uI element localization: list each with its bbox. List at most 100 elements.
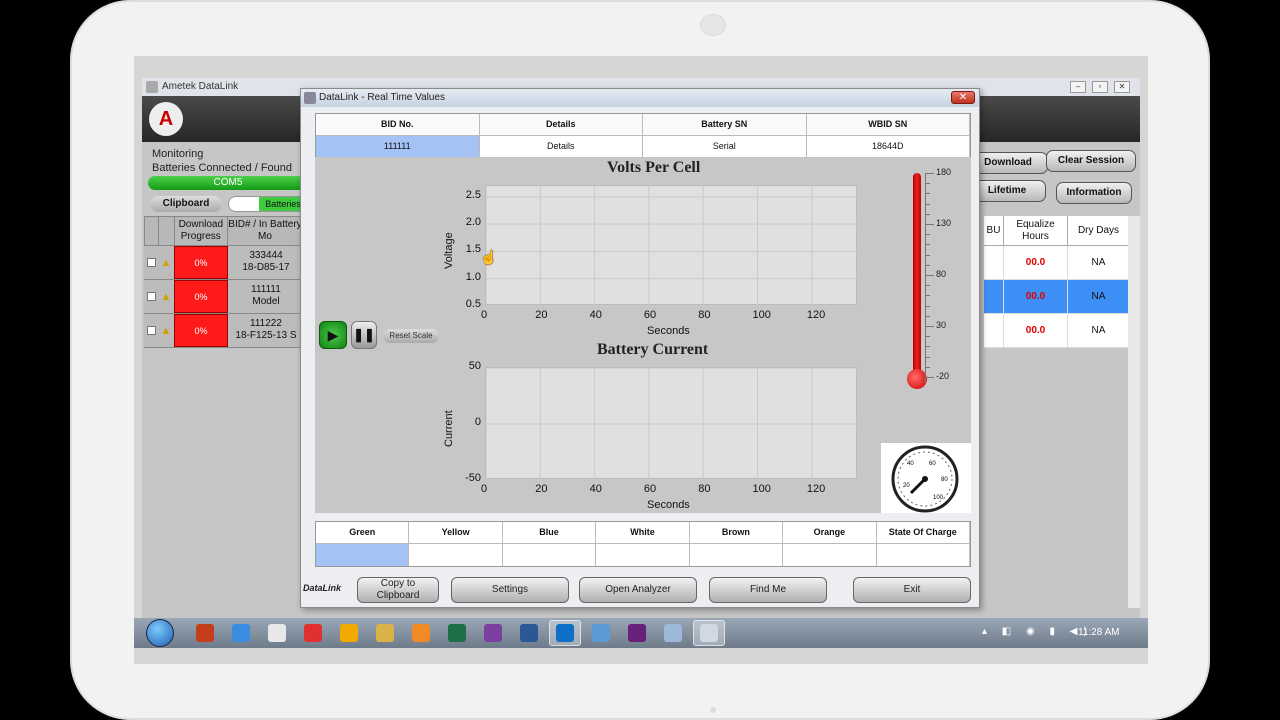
scale-label: 130 xyxy=(936,218,952,228)
white-value[interactable] xyxy=(596,544,690,566)
close-button[interactable]: ✕ xyxy=(1114,81,1130,93)
explorer-icon[interactable] xyxy=(376,624,394,642)
select-all-checkbox[interactable] xyxy=(145,217,159,245)
gauge-label: 20 xyxy=(903,483,910,489)
table-row-selected[interactable]: 00.0 NA xyxy=(984,280,1130,314)
minimize-button[interactable]: – xyxy=(1070,81,1086,93)
y-tick-label: 2.5 xyxy=(465,188,481,201)
bid-no-value[interactable]: 111111 xyxy=(316,136,480,158)
chart-gridlines xyxy=(486,368,858,480)
row-checkbox[interactable] xyxy=(146,258,156,267)
warning-icon: ▲ xyxy=(160,290,172,303)
battery-sn-value[interactable]: Serial xyxy=(643,136,807,158)
ie-icon[interactable] xyxy=(232,624,250,642)
notepad-icon[interactable] xyxy=(664,624,682,642)
download-button[interactable]: Download xyxy=(968,152,1048,174)
outlook-icon[interactable] xyxy=(556,624,574,642)
ppt-icon[interactable] xyxy=(196,624,214,642)
current-y-label: Current xyxy=(443,410,455,447)
app-icon[interactable] xyxy=(592,624,610,642)
warn-col-header xyxy=(159,217,175,245)
state-of-charge-value[interactable] xyxy=(877,544,970,566)
scale-tick xyxy=(926,315,930,317)
table-row[interactable]: ▲ 0% 111111 Model xyxy=(144,280,304,314)
speed-gauge: 20 40 60 80 100 xyxy=(881,443,971,513)
equalize-cell: 00.0 xyxy=(1004,280,1068,313)
vertical-scrollbar[interactable] xyxy=(1128,216,1140,608)
chrome-icon[interactable] xyxy=(268,624,286,642)
start-button[interactable] xyxy=(146,619,174,647)
paint-icon[interactable] xyxy=(412,624,430,642)
current-plot-area[interactable] xyxy=(485,367,858,480)
y-tick-label: 50 xyxy=(468,360,481,372)
reset-scale-button[interactable]: Reset Scale xyxy=(383,329,439,343)
table-row[interactable]: 00.0 NA xyxy=(984,246,1130,280)
find-me-button[interactable]: Find Me xyxy=(709,577,827,603)
vs-icon[interactable] xyxy=(628,624,646,642)
datalink-logo: DataLink xyxy=(303,583,342,593)
row-checkbox[interactable] xyxy=(146,292,156,301)
model-value: 18-F125-13 S xyxy=(235,330,297,341)
onenote-icon[interactable] xyxy=(484,624,502,642)
y-tick-label: 2.0 xyxy=(465,216,481,229)
open-analyzer-button[interactable]: Open Analyzer xyxy=(579,577,697,603)
x-tick-label: 80 xyxy=(698,483,711,495)
gauge-label: 80 xyxy=(941,477,948,483)
gauge-label: 60 xyxy=(929,461,936,467)
x-tick-label: 40 xyxy=(589,309,602,321)
information-button[interactable]: Information xyxy=(1056,182,1132,204)
datalink-icon[interactable] xyxy=(700,624,718,642)
left-battery-grid: Download Progress BID# / In Battery Mo ▲… xyxy=(144,216,304,348)
volts-y-label: Voltage xyxy=(443,232,455,269)
dry-days-cell: NA xyxy=(1068,246,1130,279)
warning-icon: ▲ xyxy=(160,256,172,269)
opera-icon[interactable] xyxy=(304,624,322,642)
orange-value[interactable] xyxy=(783,544,877,566)
dry-days-cell: NA xyxy=(1068,280,1130,313)
mouse-cursor: ☝ xyxy=(480,249,498,265)
equalize-cell: 00.0 xyxy=(1004,246,1068,279)
scale-tick xyxy=(926,305,930,307)
header-bid-no: BID No. xyxy=(316,114,480,135)
scale-tick xyxy=(926,275,934,276)
model-value: 18-D85-17 xyxy=(242,262,290,273)
copy-to-clipboard-button[interactable]: Copy to Clipboard xyxy=(357,577,439,603)
table-row[interactable]: 00.0 NA xyxy=(984,314,1130,348)
home-indicator xyxy=(710,707,716,713)
yellow-value[interactable] xyxy=(409,544,503,566)
play-button[interactable]: ▶ xyxy=(319,321,347,349)
realtime-dialog: DataLink - Real Time Values ✕ BID No. De… xyxy=(300,88,980,608)
exit-button[interactable]: Exit xyxy=(853,577,971,603)
pause-button[interactable]: ❚❚ xyxy=(351,321,377,349)
gauge-hub xyxy=(922,476,928,482)
gauge-label: 100 xyxy=(933,495,944,501)
details-value[interactable]: Details xyxy=(480,136,643,158)
clear-session-button[interactable]: Clear Session xyxy=(1046,150,1136,172)
scale-tick xyxy=(926,173,934,174)
header-white: White xyxy=(596,522,690,543)
maximize-button[interactable]: ▫ xyxy=(1092,81,1108,93)
settings-button[interactable]: Settings xyxy=(451,577,569,603)
clipboard-button[interactable]: Clipboard xyxy=(150,196,222,212)
system-tray[interactable]: ▴ ◧ ◉ ▮ ◀) xyxy=(982,626,1093,637)
scale-label: -20 xyxy=(936,371,950,381)
blue-value[interactable] xyxy=(503,544,597,566)
volts-plot-area[interactable] xyxy=(485,185,858,306)
word-icon[interactable] xyxy=(520,624,538,642)
dialog-title-bar: DataLink - Real Time Values ✕ xyxy=(301,89,979,107)
batteries-toggle[interactable]: Batteries xyxy=(228,196,308,212)
green-value[interactable] xyxy=(316,544,410,566)
wbid-sn-value[interactable]: 18644D xyxy=(807,136,970,158)
brown-value[interactable] xyxy=(690,544,784,566)
table-row[interactable]: ▲ 0% 111222 18-F125-13 S xyxy=(144,314,304,348)
dialog-close-button[interactable]: ✕ xyxy=(951,91,975,104)
excel-icon[interactable] xyxy=(448,624,466,642)
row-checkbox[interactable] xyxy=(146,326,156,335)
scale-label: 180 xyxy=(936,167,952,177)
table-row[interactable]: ▲ 0% 333444 18-D85-17 xyxy=(144,246,304,280)
scale-tick xyxy=(926,213,930,215)
connected-label: Batteries Connected / Found xyxy=(152,162,293,174)
x-tick-label: 100 xyxy=(752,483,771,495)
media-icon[interactable] xyxy=(340,624,358,642)
header-state-of-charge: State Of Charge xyxy=(877,522,970,543)
